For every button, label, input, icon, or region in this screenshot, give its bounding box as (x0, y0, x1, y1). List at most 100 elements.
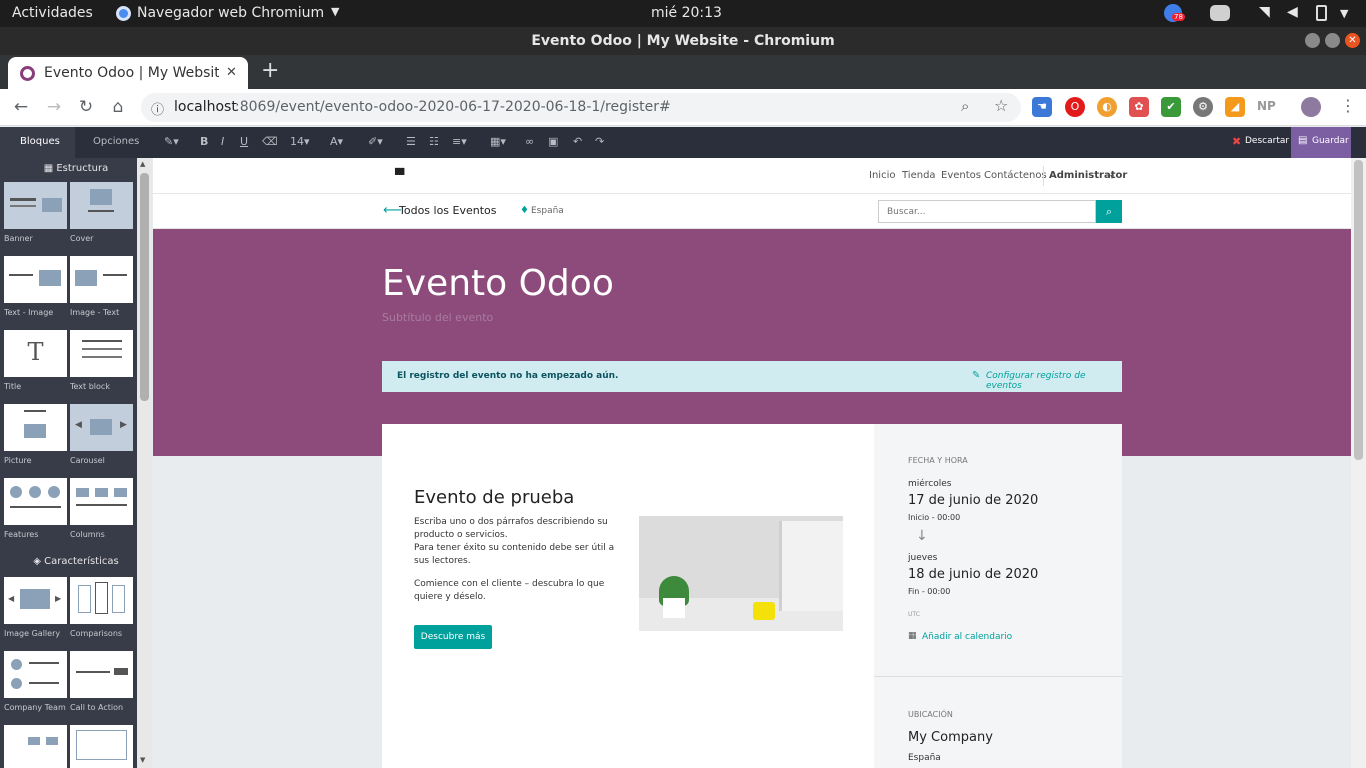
extension-np-icon[interactable]: NP (1257, 99, 1276, 113)
snippet-image-text[interactable] (70, 256, 133, 303)
extension-cookie-icon[interactable]: ✿ (1129, 97, 1149, 117)
search-input[interactable] (878, 200, 1096, 223)
align-icon[interactable]: ≡▾ (452, 135, 467, 148)
undo-icon[interactable]: ↶ (573, 135, 582, 148)
site-logo[interactable]: ▀ (395, 168, 404, 182)
content-paragraph-1[interactable]: Escriba uno o dos párrafos describiendo … (414, 516, 624, 542)
discover-more-button[interactable]: Descubre más (414, 625, 492, 649)
snippet-image-gallery[interactable]: ◀ ▶ (4, 577, 67, 624)
page-scrollbar[interactable] (1351, 158, 1366, 768)
extension-check-icon[interactable]: ✔ (1161, 97, 1181, 117)
rss-icon[interactable]: ◢ (1225, 97, 1245, 117)
forward-arrow-icon[interactable]: → (43, 96, 65, 118)
new-tab-button[interactable]: + (261, 58, 279, 83)
content-paragraph-3[interactable]: Comience con el cliente – descubra lo qu… (414, 578, 624, 604)
tab-close-icon[interactable]: ✕ (226, 65, 237, 80)
configure-registration-link[interactable]: Configurar registro de eventos (986, 371, 1122, 391)
numbered-list-icon[interactable]: ☷ (429, 135, 439, 148)
tab-blocks[interactable]: Bloques (0, 127, 75, 158)
tab-options[interactable]: Opciones (93, 136, 139, 147)
profile-avatar[interactable] (1301, 97, 1321, 117)
title-t-icon: T (27, 338, 44, 366)
snippet-carousel[interactable]: ◀ ▶ (70, 404, 133, 451)
nav-item-contact[interactable]: Contáctenos (984, 170, 1047, 181)
discard-button[interactable]: ✖ Descartar (1225, 127, 1291, 158)
nav-item-events[interactable]: Eventos (941, 170, 981, 181)
all-events-link[interactable]: Todos los Eventos (399, 204, 497, 217)
registration-alert: El registro del evento no ha empezado aú… (382, 361, 1122, 392)
browser-menu-icon[interactable]: ⋮ (1340, 96, 1356, 115)
snippet-more-2[interactable] (70, 725, 133, 768)
user-menu[interactable]: Administrator (1049, 170, 1127, 181)
search-button[interactable]: ⌕ (1096, 200, 1122, 223)
home-icon[interactable]: ⌂ (107, 96, 129, 118)
italic-icon[interactable]: I (221, 135, 224, 148)
reload-icon[interactable]: ↻ (75, 96, 97, 118)
table-icon[interactable]: ▦▾ (490, 135, 506, 148)
extension-chrome-icon[interactable]: ◐ (1097, 97, 1117, 117)
system-menu-chevron-icon[interactable]: ▼ (1340, 7, 1348, 20)
snippet-company-team[interactable] (4, 651, 67, 698)
snippet-banner[interactable] (4, 182, 67, 229)
snippet-text-image[interactable] (4, 256, 67, 303)
extension-hand-icon[interactable]: ☚ (1032, 97, 1052, 117)
wifi-icon[interactable]: ◥ (1259, 4, 1270, 20)
event-subtitle[interactable]: Subtítulo del evento (382, 311, 493, 324)
snippet-label: Features (4, 530, 39, 539)
eraser-icon[interactable]: ⌫ (262, 135, 278, 148)
page-scroll-thumb[interactable] (1354, 160, 1363, 460)
circle-icon (10, 486, 22, 498)
snippet-title[interactable]: T (4, 330, 67, 377)
clock[interactable]: mié 20:13 (651, 5, 722, 21)
style-dropdown-icon[interactable]: ✎▾ (164, 135, 179, 148)
back-arrow-icon[interactable]: ← (10, 96, 32, 118)
event-title[interactable]: Evento Odoo (382, 263, 614, 304)
snippet-picture[interactable] (4, 404, 67, 451)
link-icon[interactable]: ∞ (525, 135, 534, 148)
snippet-features[interactable] (4, 478, 67, 525)
underline-icon[interactable]: U (240, 135, 248, 148)
snippet-more-1[interactable] (4, 725, 67, 768)
map-marker-icon: ♦ (520, 205, 529, 216)
info-icon[interactable]: ⓘ (151, 99, 164, 118)
save-button[interactable]: ▤ Guardar (1291, 127, 1351, 158)
highlight-icon[interactable]: ✐▾ (368, 135, 383, 148)
bold-icon[interactable]: B (200, 135, 208, 148)
snippet-comparisons[interactable] (70, 577, 133, 624)
tab-active[interactable]: Evento Odoo | My Website ✕ (8, 57, 248, 89)
add-to-calendar-link[interactable]: Añadir al calendario (922, 632, 1012, 642)
battery-icon[interactable] (1316, 5, 1327, 21)
bookmark-star-icon[interactable]: ☆ (994, 96, 1008, 115)
discord-icon[interactable] (1210, 5, 1230, 21)
redo-icon[interactable]: ↷ (595, 135, 604, 148)
sidebar-scrollbar[interactable]: ▲ ▼ (137, 158, 152, 768)
close-window-button[interactable]: ✕ (1345, 33, 1360, 48)
scroll-up-icon[interactable]: ▲ (140, 160, 145, 168)
bullet-list-icon[interactable]: ☰ (406, 135, 416, 148)
extension-opera-icon[interactable]: O (1065, 97, 1085, 117)
minimize-button[interactable] (1305, 33, 1320, 48)
sidebar-scroll-thumb[interactable] (140, 173, 149, 401)
location-filter[interactable]: España (531, 206, 564, 216)
content-paragraph-2[interactable]: Para tener éxito su contenido debe ser ú… (414, 542, 624, 568)
content-heading[interactable]: Evento de prueba (414, 487, 574, 508)
snippet-cover[interactable] (70, 182, 133, 229)
volume-muted-icon[interactable]: ◀ (1287, 4, 1298, 20)
snippet-text-block[interactable] (70, 330, 133, 377)
maximize-button[interactable] (1325, 33, 1340, 48)
snippet-columns[interactable] (70, 478, 133, 525)
image-icon[interactable]: ▣ (548, 135, 558, 148)
nav-item-shop[interactable]: Tienda (902, 170, 936, 181)
font-color-icon[interactable]: A▾ (330, 135, 343, 148)
font-size-dropdown[interactable]: 14 (290, 135, 304, 148)
snippet-call-to-action[interactable] (70, 651, 133, 698)
app-menu[interactable]: Navegador web Chromium (137, 5, 324, 21)
activities-button[interactable]: Actividades (12, 5, 93, 21)
nav-item-home[interactable]: Inicio (869, 170, 895, 181)
content-image[interactable] (639, 516, 843, 631)
tab-title: Evento Odoo | My Website (44, 65, 219, 81)
scroll-down-icon[interactable]: ▼ (140, 756, 145, 764)
extension-gear-icon[interactable]: ⚙ (1193, 97, 1213, 117)
zoom-search-icon[interactable]: ⌕ (961, 97, 969, 115)
address-bar[interactable]: ⓘ localhost :8069/event/evento-odoo-2020… (141, 93, 1021, 122)
